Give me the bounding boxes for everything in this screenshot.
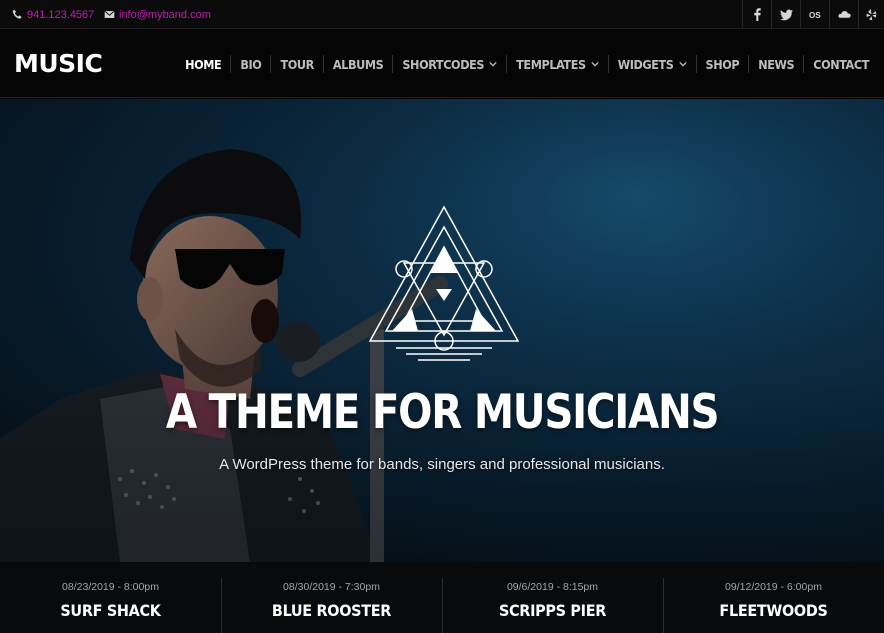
nav-label: TOUR bbox=[280, 56, 314, 72]
nav-label: WIDGETS bbox=[617, 56, 674, 72]
hero-title: A THEME FOR MUSICIANS bbox=[165, 385, 720, 440]
nav-item-templates[interactable]: TEMPLATES bbox=[506, 55, 608, 73]
yelp-link[interactable] bbox=[858, 0, 884, 29]
nav-item-tour[interactable]: TOUR bbox=[270, 55, 322, 73]
event-item[interactable]: 08/30/2019 - 7:30pm BLUE ROOSTER bbox=[221, 562, 442, 633]
nav-label: TEMPLATES bbox=[516, 56, 586, 72]
event-item[interactable]: 08/23/2019 - 8:00pm SURF SHACK bbox=[0, 562, 221, 633]
nav-item-contact[interactable]: CONTACT bbox=[803, 55, 878, 73]
event-venue[interactable]: BLUE ROOSTER bbox=[221, 601, 442, 620]
phone-number[interactable]: 941.123.4567 bbox=[27, 9, 94, 21]
phone-icon bbox=[12, 9, 22, 19]
main-nav: HOME BIO TOUR ALBUMS SHORTCODES TEMPLATE… bbox=[176, 30, 878, 98]
soundcloud-icon bbox=[837, 11, 851, 18]
nav-label: BIO bbox=[240, 56, 262, 72]
event-date: 08/30/2019 - 7:30pm bbox=[283, 581, 380, 593]
social-links: OS bbox=[742, 0, 884, 29]
nav-item-shop[interactable]: SHOP bbox=[695, 55, 749, 73]
event-venue[interactable]: SCRIPPS PIER bbox=[442, 601, 663, 620]
nav-label: SHORTCODES bbox=[402, 56, 485, 72]
event-date: 09/12/2019 - 6:00pm bbox=[725, 581, 822, 593]
event-venue[interactable]: FLEETWOODS bbox=[663, 601, 884, 620]
lastfm-icon: OS bbox=[809, 11, 821, 20]
event-date: 08/23/2019 - 8:00pm bbox=[62, 581, 159, 593]
yelp-icon bbox=[866, 8, 877, 21]
twitter-link[interactable] bbox=[771, 0, 800, 29]
nav-item-bio[interactable]: BIO bbox=[230, 55, 270, 73]
upcoming-events: 08/23/2019 - 8:00pm SURF SHACK 08/30/201… bbox=[0, 562, 884, 633]
nav-label: CONTACT bbox=[813, 56, 869, 72]
top-bar: 941.123.4567 info@myband.com OS bbox=[0, 0, 884, 29]
nav-item-albums[interactable]: ALBUMS bbox=[322, 55, 392, 73]
nav-label: SHOP bbox=[705, 56, 740, 72]
chevron-down-icon bbox=[678, 61, 687, 67]
nav-item-home[interactable]: HOME bbox=[176, 55, 230, 73]
triangle-emblem-icon bbox=[368, 205, 520, 361]
chevron-down-icon bbox=[489, 61, 497, 67]
nav-label: HOME bbox=[185, 56, 222, 72]
svg-text:OS: OS bbox=[809, 11, 821, 20]
nav-item-news[interactable]: NEWS bbox=[748, 55, 803, 73]
event-item[interactable]: 09/6/2019 - 8:15pm SCRIPPS PIER bbox=[442, 562, 663, 633]
facebook-icon bbox=[753, 8, 761, 21]
hero-subtitle: A WordPress theme for bands, singers and… bbox=[219, 456, 665, 473]
event-item[interactable]: 09/12/2019 - 6:00pm FLEETWOODS bbox=[663, 562, 884, 633]
chevron-down-icon bbox=[591, 61, 599, 67]
email-address[interactable]: info@myband.com bbox=[119, 9, 211, 21]
phone-contact[interactable]: 941.123.4567 bbox=[12, 0, 94, 29]
soundcloud-link[interactable] bbox=[829, 0, 858, 29]
facebook-link[interactable] bbox=[742, 0, 771, 29]
nav-label: NEWS bbox=[758, 56, 795, 72]
nav-label: ALBUMS bbox=[332, 56, 384, 72]
event-venue[interactable]: SURF SHACK bbox=[0, 601, 221, 620]
lastfm-link[interactable]: OS bbox=[800, 0, 829, 29]
event-date: 09/6/2019 - 8:15pm bbox=[506, 581, 599, 593]
nav-item-shortcodes[interactable]: SHORTCODES bbox=[392, 55, 506, 73]
nav-item-widgets[interactable]: WIDGETS bbox=[607, 55, 696, 73]
email-contact[interactable]: info@myband.com bbox=[104, 0, 211, 29]
envelope-icon bbox=[104, 10, 115, 18]
site-logo[interactable]: MUSIC bbox=[14, 49, 103, 78]
site-header: MUSIC HOME BIO TOUR ALBUMS SHORTCODES TE… bbox=[0, 30, 884, 98]
twitter-icon bbox=[779, 9, 793, 21]
hero-section: A THEME FOR MUSICIANS A WordPress theme … bbox=[0, 99, 884, 562]
